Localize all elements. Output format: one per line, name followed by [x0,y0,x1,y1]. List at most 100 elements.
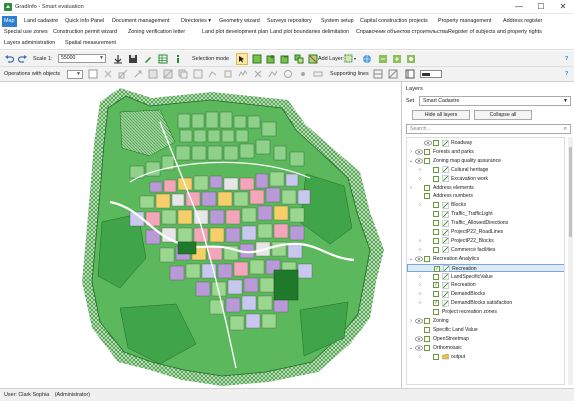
collapse-all-button[interactable]: Collapse all [474,110,532,120]
layers-export-icon[interactable] [378,54,388,64]
layer-checkbox[interactable] [433,291,439,298]
layer-checkbox[interactable] [433,211,439,218]
layer-tree-row[interactable]: › LandSpecificValue [407,273,564,281]
map-svg[interactable] [0,82,401,388]
visibility-eye-icon[interactable] [415,345,423,351]
layer-tree-row[interactable]: ⌄ Recreation Analytics [407,255,564,263]
layer-checkbox[interactable] [433,309,439,316]
expand-chevron-icon[interactable]: › [417,290,423,298]
layer-tree-row[interactable]: › Commerce facilities [407,246,564,254]
layers-settings-icon[interactable] [406,54,416,64]
menu-item[interactable]: Zoning verification letter [126,27,187,38]
visibility-eye-icon[interactable] [415,336,423,342]
layer-tree-row[interactable]: ⌄ Orthomosaic [407,344,564,352]
expand-chevron-icon[interactable]: › [417,353,423,361]
layer-tree-row[interactable]: › DemandBlocks [407,290,564,298]
layer-search-input[interactable]: Search... ⌕ [406,124,571,134]
expand-chevron-icon[interactable]: › [417,175,423,183]
cut-icon[interactable] [163,69,173,79]
menu-item[interactable]: Spatial measurement [63,38,118,49]
layer-checkbox[interactable] [424,326,430,333]
layer-checkbox[interactable] [433,140,439,146]
expand-chevron-icon[interactable]: › [417,281,423,289]
layer-tree-row[interactable]: OpenStreetmap [407,335,564,343]
select-intersect-icon[interactable] [294,54,304,64]
layer-tree-row[interactable]: › Zoning [407,317,564,325]
layer-tree-row[interactable]: › Forests and parks [407,148,564,156]
layer-tree-row[interactable]: Traffic_AllowedDirections [407,219,564,227]
connect-icon[interactable] [268,69,278,79]
layer-tree-row[interactable]: ⌄ Zoning map quality assurance [407,157,564,165]
layer-checkbox[interactable] [433,166,439,173]
smooth-icon[interactable] [238,69,248,79]
expand-chevron-icon[interactable]: › [417,273,423,281]
collapse-chevron-icon[interactable]: ⌄ [408,255,414,263]
menu-item[interactable]: Geometry wizard [217,16,262,27]
menu-item[interactable]: Directories ▾ [179,16,213,27]
layer-checkbox[interactable] [433,273,439,280]
resize-icon[interactable] [133,69,143,79]
layer-tree-row[interactable]: › Address elements [407,184,564,192]
expand-chevron-icon[interactable]: › [417,299,423,307]
layer-checkbox[interactable] [433,237,439,244]
expand-chevron-icon[interactable]: › [408,184,414,192]
layer-checkbox[interactable] [434,265,440,273]
visibility-eye-icon[interactable] [415,256,423,262]
hide-all-layers-button[interactable]: Hide all layers [412,110,470,120]
layer-checkbox[interactable] [424,335,430,342]
expand-chevron-icon[interactable]: › [417,166,423,174]
layer-tree-row[interactable]: Specific Land Value [407,326,564,334]
layer-tree-row[interactable]: › Cultural heritage [407,166,564,174]
merge-icon[interactable] [148,69,158,79]
collapse-chevron-icon[interactable]: ⌄ [408,157,414,165]
layer-tree-row[interactable]: Recreation [407,263,564,273]
visibility-eye-icon[interactable] [415,318,423,324]
menu-item[interactable]: Property management [436,16,493,27]
close-x-icon[interactable] [253,69,263,79]
expand-chevron-icon[interactable]: › [417,201,423,209]
layer-checkbox[interactable] [424,184,430,191]
menu-item[interactable]: Construction permit wizard [51,27,119,38]
globe-icon[interactable] [362,54,372,64]
node-icon[interactable] [298,69,308,79]
menu-item[interactable]: Quick info Panel [63,16,106,27]
collapse-chevron-icon[interactable]: ⌄ [408,344,414,352]
layer-checkbox[interactable] [433,229,439,235]
select-add-icon[interactable] [266,54,276,64]
layer-checkbox[interactable] [424,148,430,155]
menu-item[interactable]: Register of subjects and property rights [446,27,544,38]
scale-select[interactable]: 55000 ▼ [58,54,106,63]
menu-item[interactable]: System setup [319,16,356,27]
visibility-eye-icon[interactable] [415,149,423,155]
snap-lines-icon[interactable] [388,69,398,79]
download-icon[interactable] [113,54,123,64]
layer-checkbox[interactable] [424,344,430,351]
menu-item[interactable]: Special use zones [2,27,50,38]
scroll-thumb[interactable] [569,147,572,237]
layer-checkbox[interactable] [433,299,439,307]
visibility-eye-icon[interactable] [415,158,423,164]
label-icon[interactable] [313,69,323,79]
layer-tree-row[interactable]: › Blocks [407,201,564,209]
new-object-icon[interactable] [88,69,98,79]
line-style-picker[interactable] [420,70,442,78]
buffer-icon[interactable] [193,69,203,79]
menu-item[interactable]: Справочник объектов строительства [354,27,450,38]
menu-item[interactable]: Map [2,16,17,27]
layer-tree-row[interactable]: › DemandBlocks satisfaction [407,299,564,307]
menu-item[interactable]: Land cadastre [22,16,60,27]
vertex-icon[interactable] [208,69,218,79]
layer-tree-row[interactable]: ProjectP22_RoadLines [407,228,564,236]
rotate-icon[interactable] [283,69,293,79]
menu-item[interactable]: Document management [110,16,172,27]
layer-tree-row[interactable]: Project recreation zones [407,308,564,316]
table-icon[interactable] [158,54,168,64]
map-canvas[interactable] [0,82,401,388]
minimize-button[interactable]: — [509,0,529,14]
select-polygon-icon[interactable] [252,54,262,64]
help-icon-2[interactable]: ? [565,69,568,79]
layer-checkbox[interactable] [433,281,439,290]
layer-checkbox[interactable] [424,157,430,164]
clip-icon[interactable] [223,69,233,79]
expand-chevron-icon[interactable]: › [417,237,423,245]
